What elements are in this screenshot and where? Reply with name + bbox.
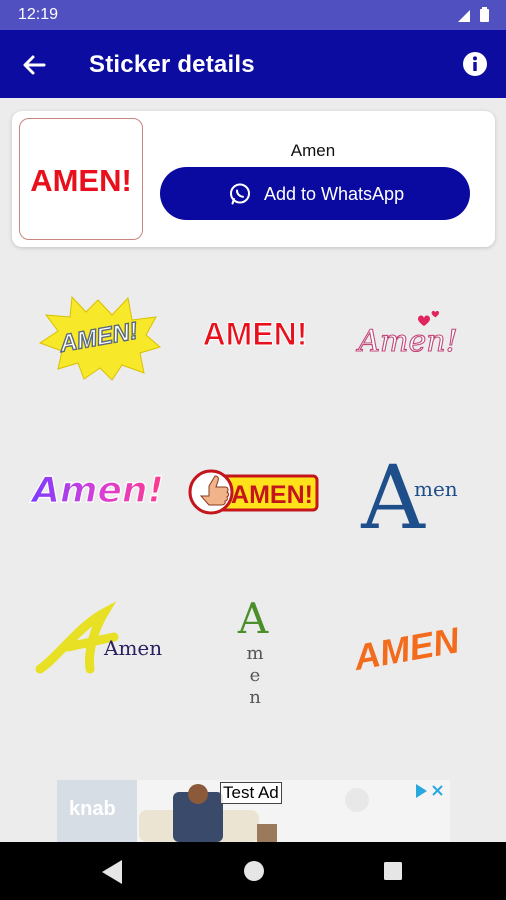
signal-battery-icon (458, 7, 489, 22)
sticker-text: AMEN! (231, 481, 313, 509)
status-bar: 12:19 (0, 0, 506, 30)
pack-header-card: AMEN! Amen Add to WhatsApp (12, 111, 495, 247)
sticker-comic-burst[interactable]: AMEN! (28, 265, 168, 405)
status-time: 12:19 (18, 6, 59, 23)
system-nav-bar (0, 842, 506, 900)
sticker-thumbs-up[interactable]: AMEN! (185, 418, 325, 558)
ad-test-label: Test Ad (220, 782, 282, 804)
sticker-letter-e: e (250, 665, 261, 686)
nav-home-icon[interactable] (243, 860, 265, 882)
sticker-text: Amen! (29, 470, 164, 511)
sticker-grid: AMEN! AMEN! Amen! Amen! AMEN! A men Amen… (0, 265, 506, 765)
nav-back-icon[interactable] (100, 859, 124, 885)
pack-name: Amen (290, 141, 336, 160)
add-to-whatsapp-button[interactable]: Add to WhatsApp (160, 167, 470, 220)
sticker-gradient-script[interactable]: Amen! (28, 418, 168, 558)
ad-choices-icon[interactable] (414, 782, 446, 800)
sticker-orange-brush[interactable]: AMEN (338, 577, 478, 717)
sticker-serif-blue[interactable]: A men (338, 418, 478, 558)
info-icon[interactable] (462, 51, 488, 77)
sticker-script-hearts[interactable]: Amen! (338, 265, 478, 405)
ad-banner[interactable]: knab Test Ad (57, 780, 450, 842)
sticker-letter-m: m (246, 643, 263, 664)
sticker-text-initial: A (237, 594, 269, 643)
add-button-label: Add to WhatsApp (264, 184, 405, 204)
tray-icon: AMEN! (19, 118, 143, 240)
sticker-text: Amen (103, 636, 162, 660)
sticker-vertical-green[interactable]: A m e n (185, 577, 325, 717)
back-arrow-icon[interactable] (18, 49, 50, 81)
sticker-yellow-script[interactable]: Amen (28, 577, 168, 717)
tray-text: AMEN! (30, 163, 132, 198)
whatsapp-icon (230, 183, 250, 205)
sticker-text: AMEN! (203, 316, 308, 352)
app-bar: Sticker details (0, 30, 506, 98)
sticker-letter-n: n (249, 687, 261, 708)
sticker-red-bold[interactable]: AMEN! (185, 265, 325, 405)
sticker-text: Amen! (355, 324, 457, 359)
sticker-text: AMEN (350, 619, 463, 678)
ad-brand-logo: knab (69, 798, 116, 820)
sticker-text-rest: men (414, 477, 458, 501)
page-title: Sticker details (89, 51, 255, 78)
nav-recents-icon[interactable] (383, 861, 403, 881)
